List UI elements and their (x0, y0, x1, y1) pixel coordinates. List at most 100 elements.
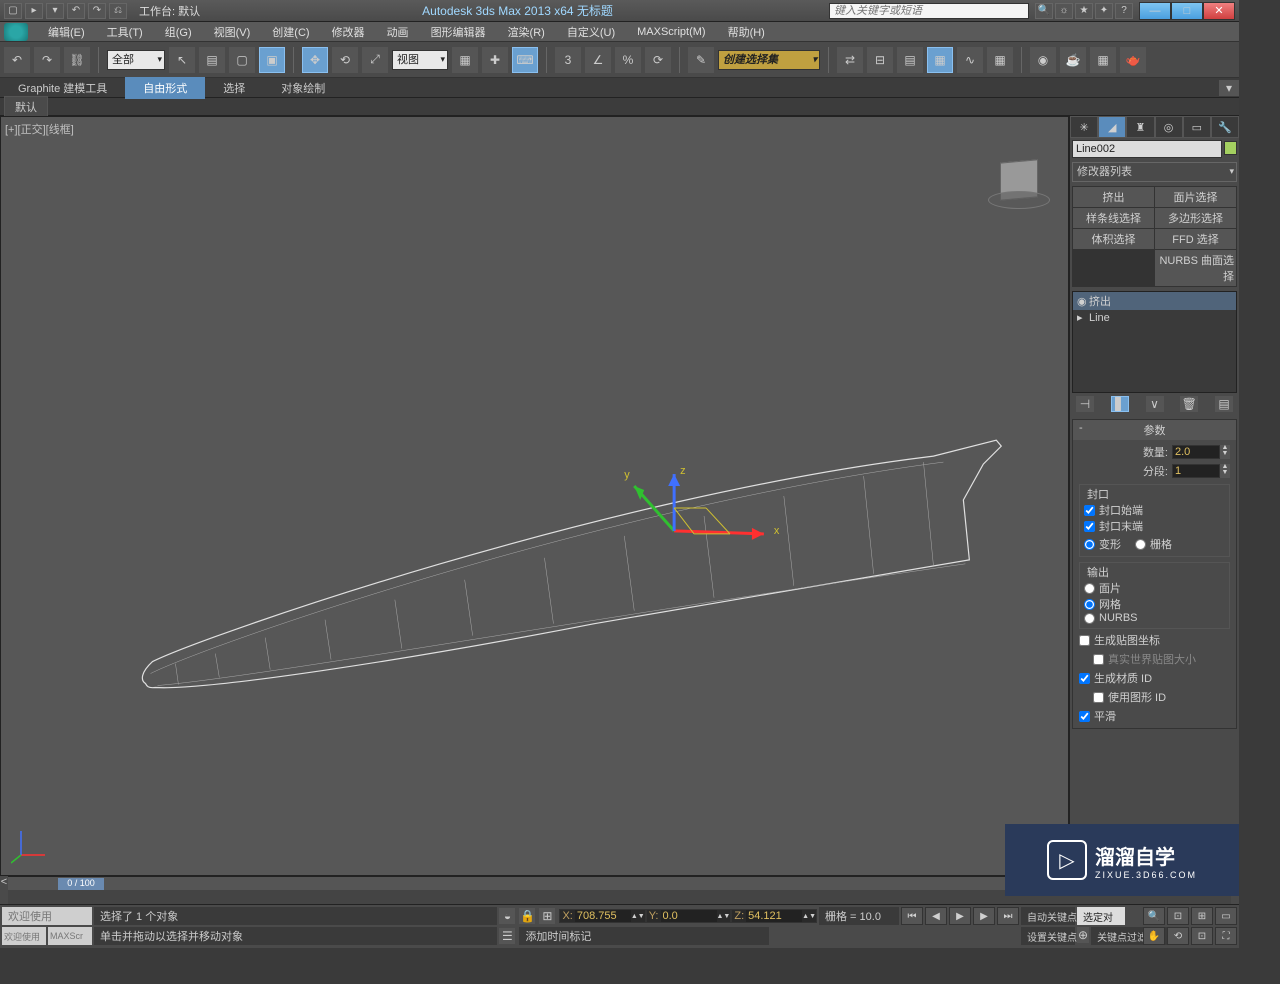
menu-create[interactable]: 创建(C) (262, 22, 319, 42)
use-shapeid-checkbox[interactable]: 使用图形 ID (1079, 689, 1230, 705)
welcome-button[interactable]: 欢迎使用 (2, 907, 92, 925)
mod-volsel-button[interactable]: 体积选择 (1073, 229, 1154, 249)
pan-icon[interactable]: ✋ (1143, 927, 1165, 945)
help-icon[interactable]: ? (1115, 3, 1133, 19)
minimize-button[interactable]: — (1139, 2, 1171, 20)
gen-matid-checkbox[interactable]: 生成材质 ID (1079, 670, 1230, 686)
display-tab-icon[interactable]: ▭ (1183, 116, 1211, 138)
select-manip-button[interactable]: ✚ (482, 47, 508, 73)
autokey-button[interactable]: 自动关键点 (1021, 907, 1075, 925)
link-icon[interactable]: ⎌ (109, 3, 127, 19)
mirror-button[interactable]: ⇄ (837, 47, 863, 73)
setkey-button[interactable]: 设置关键点 (1021, 927, 1075, 945)
percent-snap-button[interactable]: % (615, 47, 641, 73)
zoom-icon[interactable]: 🔍 (1143, 907, 1165, 925)
isolate-icon[interactable]: ◒ (499, 908, 515, 924)
menu-help[interactable]: 帮助(H) (718, 22, 775, 42)
redo-button[interactable]: ↷ (34, 47, 60, 73)
render-frame-button[interactable]: ▦ (1090, 47, 1116, 73)
snap-toggle-button[interactable]: 3 (555, 47, 581, 73)
out-mesh-radio[interactable]: 网格 (1084, 596, 1225, 612)
welcome-small[interactable]: 欢迎使用 (2, 927, 46, 945)
absolute-icon[interactable]: ⊞ (539, 908, 555, 924)
mod-extrude-button[interactable]: 挤出 (1073, 187, 1154, 207)
rotate-button[interactable]: ⟲ (332, 47, 358, 73)
rollout-header[interactable]: 参数 (1073, 420, 1236, 440)
coord-y[interactable] (661, 910, 717, 922)
redo-icon[interactable]: ↷ (88, 3, 106, 19)
help-search-input[interactable] (829, 3, 1029, 19)
undo-icon[interactable]: ↶ (67, 3, 85, 19)
play-icon[interactable]: ▶ (949, 907, 971, 925)
schematic-button[interactable]: ▦ (987, 47, 1013, 73)
menu-grapheditors[interactable]: 图形编辑器 (421, 22, 496, 42)
stack-item-line[interactable]: ▸Line (1073, 310, 1236, 325)
spinner-snap-button[interactable]: ⟳ (645, 47, 671, 73)
object-color-swatch[interactable] (1224, 141, 1237, 155)
ribbon-tab-selection[interactable]: 选择 (205, 77, 263, 99)
open-icon[interactable]: ▸ (25, 3, 43, 19)
configure-sets-icon[interactable]: ▤ (1215, 396, 1233, 412)
material-editor-button[interactable]: ◉ (1030, 47, 1056, 73)
key-target-dropdown[interactable]: 选定对 (1077, 907, 1125, 925)
create-tab-icon[interactable]: ✳ (1070, 116, 1098, 138)
menu-customize[interactable]: 自定义(U) (557, 22, 625, 42)
viewport[interactable]: [+][正交][线框] x y z (0, 116, 1069, 876)
ribbon-sub-default[interactable]: 默认 (4, 96, 48, 118)
steering-icon[interactable]: ☼ (1055, 3, 1073, 19)
menu-maxscript[interactable]: MAXScript(M) (627, 24, 715, 40)
next-frame-icon[interactable]: ▶ (973, 907, 995, 925)
utilities-tab-icon[interactable]: 🔧 (1211, 116, 1239, 138)
time-cursor[interactable]: 0 / 100 (58, 878, 104, 890)
align-button[interactable]: ⊟ (867, 47, 893, 73)
ribbon-tab-freeform[interactable]: 自由形式 (125, 77, 205, 99)
goto-end-icon[interactable]: ⏭ (997, 907, 1019, 925)
real-world-checkbox[interactable]: 真实世界贴图大小 (1079, 651, 1230, 667)
menu-animation[interactable]: 动画 (377, 22, 419, 42)
star-icon[interactable]: ★ (1075, 3, 1093, 19)
add-time-tag[interactable]: 添加时间标记 (519, 927, 769, 945)
maxscript-button[interactable]: MAXScr (48, 927, 92, 945)
cap-morph-radio[interactable]: 变形 (1084, 536, 1121, 552)
remove-modifier-icon[interactable]: 🗑 (1180, 396, 1198, 412)
named-selection-dropdown[interactable]: 创建选择集 (718, 50, 820, 70)
goto-start-icon[interactable]: ⏮ (901, 907, 923, 925)
select-region-button[interactable]: ▢ (229, 47, 255, 73)
keyboard-shortcut-button[interactable]: ⌨ (512, 47, 538, 73)
use-center-button[interactable]: ▦ (452, 47, 478, 73)
undo-button[interactable]: ↶ (4, 47, 30, 73)
show-end-result-icon[interactable]: ▋ (1111, 396, 1129, 412)
selection-filter-dropdown[interactable]: 全部 (107, 50, 165, 70)
workspace-label[interactable]: 工作台: 默认 (133, 3, 206, 19)
render-button[interactable]: 🫖 (1120, 47, 1146, 73)
pin-stack-icon[interactable]: ⊣ (1076, 396, 1094, 412)
fov-icon[interactable]: ▭ (1215, 907, 1237, 925)
menu-rendering[interactable]: 渲染(R) (498, 22, 555, 42)
menu-tools[interactable]: 工具(T) (97, 22, 153, 42)
make-unique-icon[interactable]: ∨ (1146, 396, 1164, 412)
window-crossing-button[interactable]: ▣ (259, 47, 285, 73)
ribbon-collapse-button[interactable]: ▾ (1219, 80, 1239, 96)
coord-x[interactable] (575, 910, 631, 922)
exchange-icon[interactable]: ✦ (1095, 3, 1113, 19)
mod-polysel-button[interactable]: 多边形选择 (1155, 208, 1236, 228)
menu-views[interactable]: 视图(V) (204, 22, 261, 42)
render-setup-button[interactable]: ☕ (1060, 47, 1086, 73)
hierarchy-tab-icon[interactable]: ♜ (1126, 116, 1154, 138)
out-patch-radio[interactable]: 面片 (1084, 580, 1225, 596)
save-icon[interactable]: ▾ (46, 3, 64, 19)
link-button[interactable]: ⛓ (64, 47, 90, 73)
out-nurbs-radio[interactable]: NURBS (1084, 612, 1225, 624)
zoom-all-icon[interactable]: ⊡ (1167, 907, 1189, 925)
menu-modifiers[interactable]: 修改器 (322, 22, 375, 42)
modifier-list-dropdown[interactable]: 修改器列表 (1072, 162, 1237, 182)
close-button[interactable]: ✕ (1203, 2, 1235, 20)
mod-splinesel-button[interactable]: 样条线选择 (1073, 208, 1154, 228)
key-big-icon[interactable]: ⊕ (1077, 927, 1089, 943)
ref-coord-dropdown[interactable]: 视图 (392, 50, 448, 70)
walk-icon[interactable]: ⊡ (1191, 927, 1213, 945)
mod-nurbssel-button[interactable]: NURBS 曲面选择 (1155, 250, 1236, 286)
track-left-arrow[interactable]: < (0, 876, 8, 904)
new-icon[interactable]: ▢ (4, 3, 22, 19)
stack-item-extrude[interactable]: ◉挤出 (1073, 292, 1236, 310)
